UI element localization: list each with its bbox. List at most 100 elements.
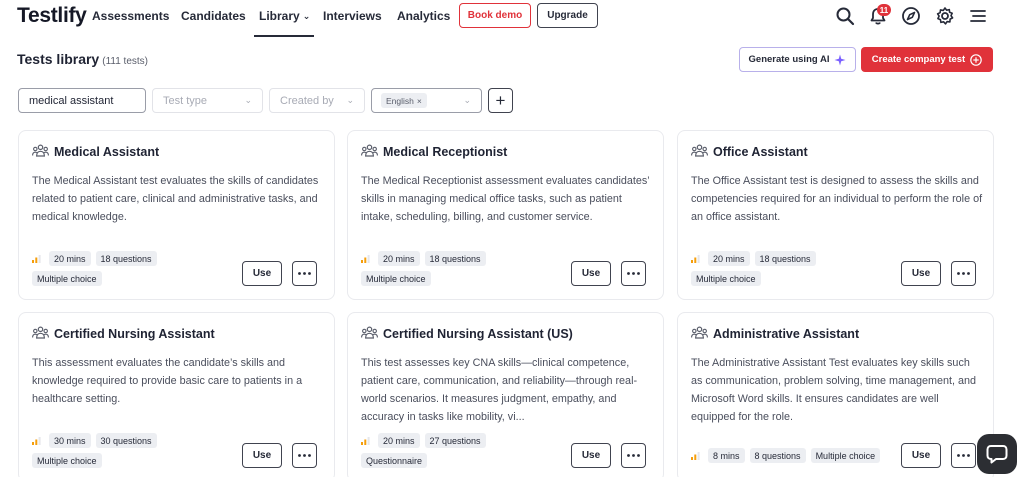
test-card[interactable]: Certified Nursing Assistant (US) This tes… (347, 312, 664, 477)
more-options-button[interactable] (951, 261, 976, 286)
questions-tag: 30 questions (95, 433, 157, 448)
testlify-logo[interactable]: Testlify (17, 4, 87, 28)
card-description: The Medical Receptionist assessment eval… (361, 175, 650, 223)
card-title[interactable]: Certified Nursing Assistant (US) (383, 327, 573, 341)
card-title[interactable]: Medical Receptionist (383, 145, 507, 159)
difficulty-level-icon (691, 251, 703, 266)
use-test-button[interactable]: Use (571, 261, 611, 286)
search-icon[interactable] (835, 6, 855, 26)
book-demo-button[interactable]: Book demo (459, 3, 531, 28)
nav-assessments[interactable]: Assessments (92, 9, 169, 23)
created-by-select[interactable]: Created by ⌄ (269, 88, 365, 113)
nav-interviews[interactable]: Interviews (323, 9, 382, 23)
questions-tag: 18 questions (95, 251, 157, 266)
difficulty-level-icon (361, 433, 373, 448)
use-test-button[interactable]: Use (901, 261, 941, 286)
chat-support-button[interactable] (977, 434, 1017, 474)
users-group-icon (361, 326, 378, 339)
test-card[interactable]: Medical Receptionist The Medical Receptio… (347, 130, 664, 300)
more-dots-icon (298, 272, 311, 275)
difficulty-level-icon (691, 448, 703, 463)
difficulty-level-icon (32, 433, 44, 448)
gear-icon[interactable] (935, 6, 955, 26)
search-input[interactable] (18, 88, 146, 113)
more-options-button[interactable] (621, 443, 646, 468)
nav-library[interactable]: Library ⌄ (253, 9, 315, 37)
card-tags: 20 mins 18 questions Multiple choice (32, 251, 172, 286)
nav-candidates[interactable]: Candidates (181, 9, 246, 23)
questions-tag: 18 questions (424, 251, 486, 266)
test-card[interactable]: Certified Nursing Assistant This assessme… (18, 312, 335, 477)
questions-tag: 18 questions (754, 251, 816, 266)
duration-tag: 20 mins (378, 433, 420, 448)
more-options-button[interactable] (292, 443, 317, 468)
card-tags: 20 mins 18 questions Multiple choice (361, 251, 501, 286)
questions-tag: 8 questions (749, 448, 806, 463)
plus-circle-icon (970, 53, 983, 66)
create-company-test-button[interactable]: Create company test (861, 47, 993, 72)
users-group-icon (691, 326, 708, 339)
difficulty-level-icon (32, 251, 44, 266)
nav-library-label: Library (259, 9, 300, 23)
page-title-text: Tests library (17, 51, 100, 67)
duration-tag: 20 mins (708, 251, 750, 266)
card-tags: 30 mins 30 questions Multiple choice (32, 433, 172, 468)
test-card[interactable]: Administrative Assistant The Administrati… (677, 312, 994, 477)
duration-tag: 20 mins (49, 251, 91, 266)
duration-tag: 20 mins (378, 251, 420, 266)
card-tags: 20 mins 27 questions Questionnaire (361, 433, 501, 468)
menu-icon[interactable] (968, 6, 988, 26)
created-by-placeholder: Created by (280, 94, 334, 107)
test-type-tag: Multiple choice (32, 453, 102, 468)
more-options-button[interactable] (292, 261, 317, 286)
duration-tag: 8 mins (708, 448, 745, 463)
test-card[interactable]: Medical Assistant The Medical Assistant t… (18, 130, 335, 300)
chevron-down-icon: ⌄ (346, 95, 354, 105)
compass-icon[interactable] (901, 6, 921, 26)
chevron-down-icon: ⌄ (244, 95, 252, 105)
use-test-button[interactable]: Use (901, 443, 941, 468)
upgrade-button[interactable]: Upgrade (537, 3, 598, 28)
use-test-button[interactable]: Use (242, 261, 282, 286)
top-navigation: Testlify Assessments Candidates Library ⌄… (0, 0, 1024, 37)
more-dots-icon (627, 272, 640, 275)
test-type-select[interactable]: Test type ⌄ (152, 88, 263, 113)
users-group-icon (32, 144, 49, 157)
add-filter-button[interactable]: + (488, 88, 513, 113)
card-description: The Administrative Assistant Test evalua… (691, 357, 977, 423)
language-chip-label: English (386, 95, 414, 106)
questions-tag: 27 questions (424, 433, 486, 448)
card-title[interactable]: Medical Assistant (54, 145, 159, 159)
test-type-tag: Multiple choice (810, 448, 881, 463)
card-description: The Office Assistant test is designed to… (691, 175, 983, 223)
test-type-tag: Multiple choice (361, 271, 431, 286)
remove-chip-icon[interactable]: × (417, 96, 422, 106)
difficulty-level-icon (361, 251, 373, 266)
use-test-button[interactable]: Use (571, 443, 611, 468)
card-title[interactable]: Administrative Assistant (713, 327, 859, 341)
chevron-down-icon: ⌄ (463, 95, 471, 105)
sparkle-icon (834, 54, 846, 65)
more-dots-icon (957, 454, 970, 457)
card-description: The Medical Assistant test evaluates the… (32, 175, 319, 223)
generate-ai-label: Generate using AI (748, 54, 830, 65)
more-dots-icon (298, 454, 311, 457)
language-chip: English × (381, 93, 427, 108)
test-card[interactable]: Office Assistant The Office Assistant tes… (677, 130, 994, 300)
language-select[interactable]: English × ⌄ (371, 88, 482, 113)
more-options-button[interactable] (621, 261, 646, 286)
plus-icon: + (495, 90, 506, 110)
chevron-down-icon: ⌄ (302, 11, 311, 21)
card-title[interactable]: Certified Nursing Assistant (54, 327, 215, 341)
card-description: This assessment evaluates the candidate’… (32, 357, 303, 405)
users-group-icon (32, 326, 49, 339)
create-test-label: Create company test (871, 54, 966, 65)
users-group-icon (691, 144, 708, 157)
chat-bubble-icon (986, 445, 1008, 464)
use-test-button[interactable]: Use (242, 443, 282, 468)
generate-using-ai-button[interactable]: Generate using AI (739, 47, 856, 72)
card-title[interactable]: Office Assistant (713, 145, 808, 159)
card-tags: 20 mins 18 questions Multiple choice (691, 251, 831, 286)
nav-analytics[interactable]: Analytics (397, 9, 450, 23)
more-options-button[interactable] (951, 443, 976, 468)
